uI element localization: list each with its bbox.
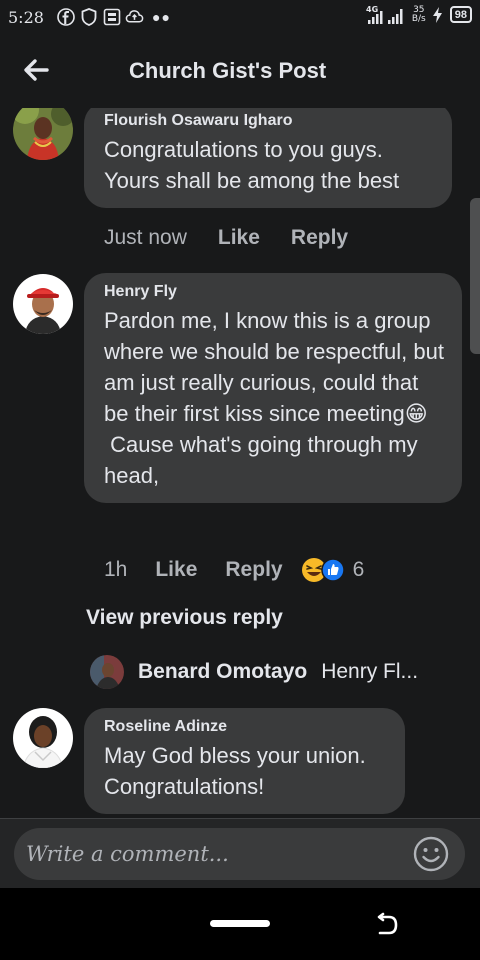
comment-actions: Just now Like Reply <box>104 226 348 250</box>
scrollbar[interactable] <box>470 198 480 354</box>
reply-preview[interactable]: Benard Omotayo Henry Fl... <box>90 655 418 689</box>
status-time: 5:28 <box>8 8 44 27</box>
like-button[interactable]: Like <box>155 558 197 582</box>
comment-bubble[interactable]: Roseline Adinze May God bless your union… <box>84 708 405 814</box>
comment-text: Pardon me, I know this is a group where … <box>104 308 444 488</box>
comment-author[interactable]: Roseline Adinze <box>104 718 387 736</box>
emoji-button[interactable] <box>412 835 450 873</box>
comment-input[interactable] <box>14 828 465 880</box>
view-previous-replies-link[interactable]: View previous reply <box>86 606 283 630</box>
comments-feed[interactable]: Flourish Osawaru Igharo Congratulations … <box>0 108 480 818</box>
smiley-icon <box>413 836 449 872</box>
facebook-icon <box>56 7 75 26</box>
reply-snippet: Henry Fl... <box>321 660 419 683</box>
battery-icon: 98 <box>449 6 472 23</box>
reply-button[interactable]: Reply <box>225 558 282 582</box>
shield-icon <box>79 7 98 26</box>
page-title: Church Gist's Post <box>129 58 327 83</box>
comment-time[interactable]: Just now <box>104 226 187 250</box>
avatar[interactable] <box>13 708 73 768</box>
comment-actions: 1h Like Reply 6 <box>104 557 364 583</box>
comment-text: Congratulations to you guys. Yours shall… <box>104 137 400 193</box>
comment-composer <box>0 818 480 888</box>
avatar <box>90 655 124 689</box>
comment-time[interactable]: 1h <box>104 558 127 582</box>
network-speed: 35 B/s <box>411 5 426 24</box>
system-navigation-bar <box>0 888 480 960</box>
reactions-summary[interactable]: 6 <box>301 557 365 583</box>
flash-icon <box>432 5 444 24</box>
more-notifications-icon: ●● <box>152 8 171 25</box>
comment-author[interactable]: Flourish Osawaru Igharo <box>104 112 434 130</box>
notification-icons: ●● <box>56 7 171 26</box>
comment-bubble[interactable]: Flourish Osawaru Igharo Congratulations … <box>84 108 452 208</box>
reaction-count: 6 <box>352 558 365 581</box>
app-header: Church Gist's Post <box>0 34 480 108</box>
reply-button[interactable]: Reply <box>291 226 348 250</box>
svg-text:4G: 4G <box>366 5 378 14</box>
status-bar: 5:28 ●● 4G 35 B/s 98 <box>0 0 480 34</box>
comment-author[interactable]: Henry Fly <box>104 283 448 301</box>
cloud-upload-icon <box>125 7 144 26</box>
like-button[interactable]: Like <box>218 226 260 250</box>
avatar[interactable] <box>13 274 73 334</box>
comment-bubble[interactable]: Henry Fly Pardon me, I know this is a gr… <box>84 273 462 503</box>
signal-icon: 4G <box>366 5 406 24</box>
back-button[interactable] <box>18 52 54 88</box>
image-icon <box>102 7 121 26</box>
battery-level: 98 <box>454 8 467 21</box>
reply-author[interactable]: Benard Omotayo <box>138 660 307 684</box>
network-speed-unit: B/s <box>411 13 426 24</box>
back-gesture-icon <box>377 912 398 935</box>
avatar[interactable] <box>13 108 73 160</box>
comment-text: May God bless your union. Congratulation… <box>104 743 366 799</box>
arrow-left-icon <box>24 59 49 81</box>
home-gesture-pill[interactable] <box>210 920 270 927</box>
system-icons: 4G 35 B/s 98 <box>366 5 472 24</box>
like-reaction-icon <box>320 558 345 582</box>
system-back-button[interactable] <box>372 910 402 940</box>
